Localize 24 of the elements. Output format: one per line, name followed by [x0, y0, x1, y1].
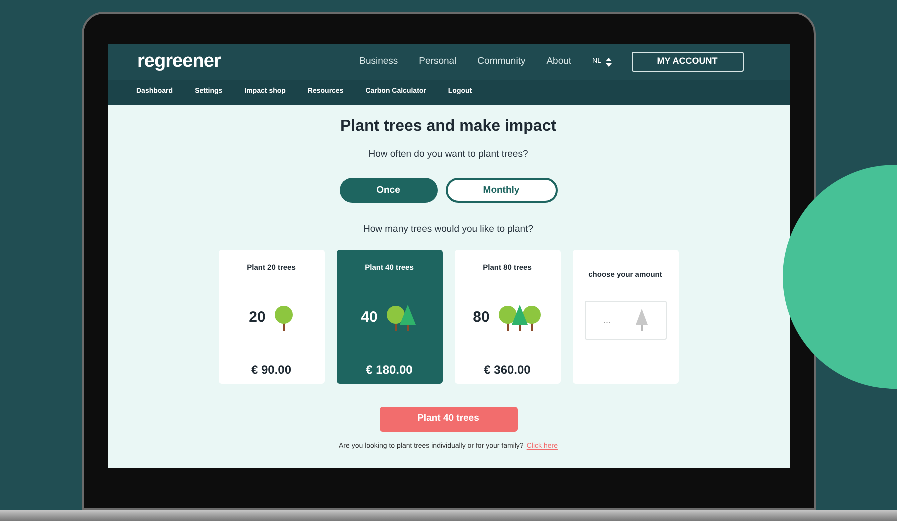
frequency-question: How often do you want to plant trees?	[368, 148, 528, 162]
tree-icon	[636, 309, 648, 332]
tree-count: 40	[361, 308, 378, 328]
card-price: € 90.00	[251, 362, 292, 379]
trees-icon	[274, 304, 294, 331]
card-price: € 180.00	[366, 362, 413, 379]
frequency-toggle[interactable]: Monthly	[446, 178, 558, 204]
trees-icon	[498, 304, 542, 331]
trees-icon	[386, 304, 418, 331]
amount-input[interactable]: ...	[604, 314, 634, 327]
account-button[interactable]: MY ACCOUNT	[632, 52, 744, 72]
amount-field[interactable]: ...	[584, 300, 666, 340]
page-title: Plant trees and make impact	[340, 117, 557, 137]
card-price: € 360.00	[484, 362, 531, 379]
nav-link[interactable]: Community	[478, 54, 526, 70]
sort-icon	[606, 58, 612, 66]
tree-count: 80	[473, 308, 490, 328]
frequency-toggle[interactable]: Once	[340, 178, 438, 204]
logo[interactable]: regreener	[138, 48, 221, 76]
nav-link[interactable]: Business	[360, 54, 398, 70]
nav-link[interactable]: Personal	[419, 54, 457, 70]
tree-count: 20	[249, 308, 266, 328]
amount-question: How many trees would you like to plant?	[363, 223, 534, 238]
nav-link[interactable]: About	[546, 54, 572, 70]
